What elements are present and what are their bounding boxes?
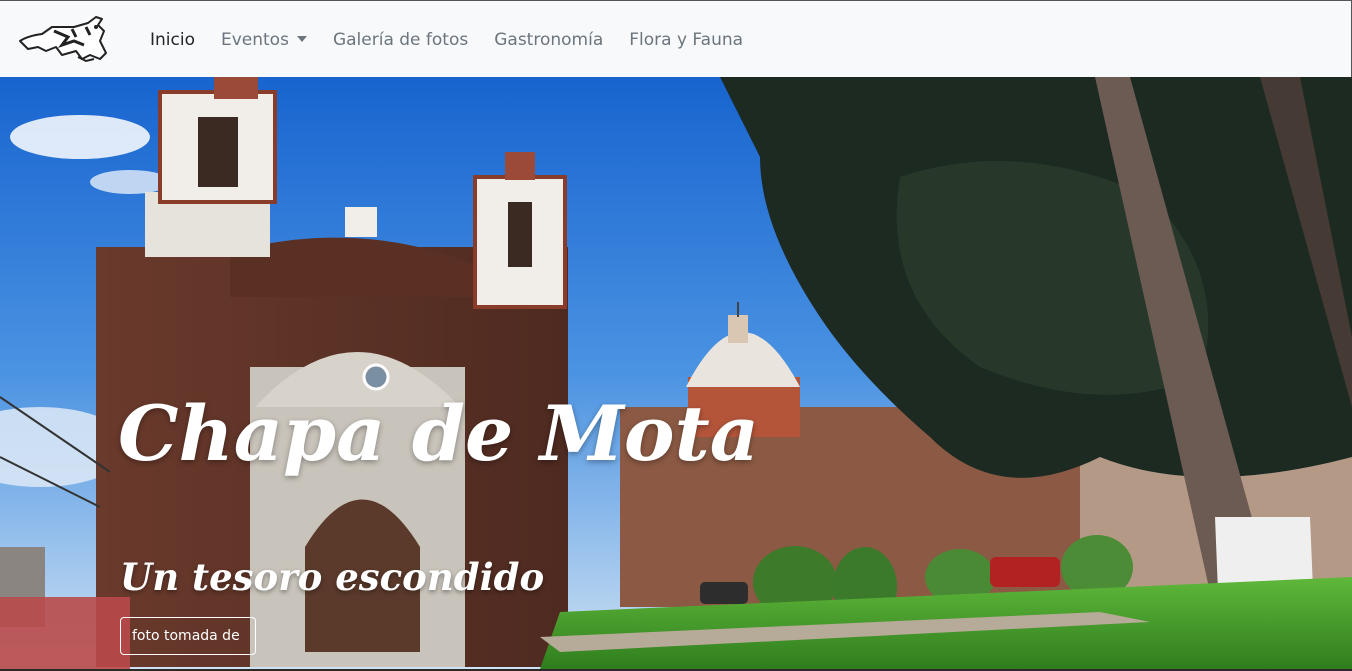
nav-item-gastronomia[interactable]: Gastronomía [481, 30, 616, 50]
nav-item-inicio[interactable]: Inicio [137, 30, 208, 50]
hero-subtitle: Un tesoro escondido [120, 555, 545, 599]
nav-label: Flora y Fauna [629, 29, 744, 50]
nav-label: Galería de fotos [332, 29, 469, 50]
photo-credit-button[interactable]: foto tomada de [120, 617, 256, 655]
hero-carousel: Chapa de Mota Un tesoro escondido foto t… [0, 77, 1352, 669]
cow-logo-icon [19, 16, 107, 63]
nav-label: Gastronomía [494, 29, 604, 50]
nav-label: Inicio [150, 29, 195, 50]
main-nav: Inicio Eventos Galería de fotos Gastrono… [137, 1, 756, 78]
nav-label: Eventos [220, 29, 289, 50]
nav-item-galeria[interactable]: Galería de fotos [320, 30, 481, 50]
brand-logo[interactable] [16, 15, 110, 65]
hero-title: Chapa de Mota [118, 389, 759, 478]
navbar: Inicio Eventos Galería de fotos Gastrono… [0, 0, 1352, 77]
nav-item-eventos[interactable]: Eventos [208, 30, 320, 50]
caret-down-icon [296, 35, 307, 42]
nav-item-flora-fauna[interactable]: Flora y Fauna [616, 30, 756, 50]
